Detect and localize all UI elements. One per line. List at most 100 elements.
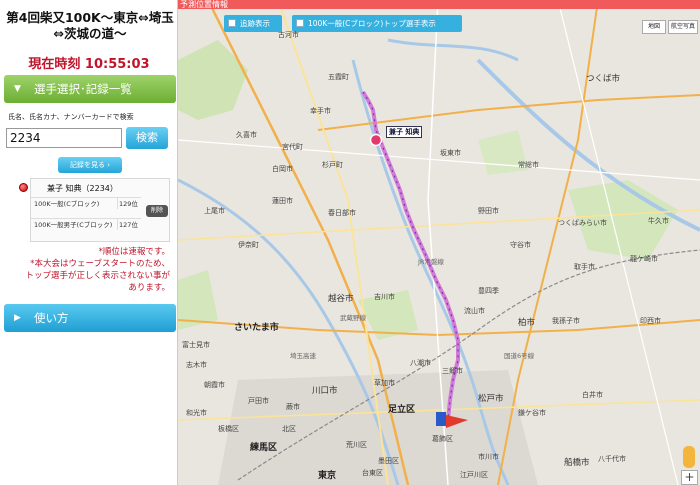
category-rank: 127位 (117, 219, 139, 230)
map-label: 川口市 (312, 386, 338, 396)
map-label: 三郷市 (442, 367, 463, 375)
map-label: 足立区 (388, 405, 416, 415)
map-label: 蕨市 (286, 403, 300, 411)
runner-marker-icon (19, 183, 28, 192)
map-label: 東京 (318, 471, 337, 481)
map-label: 鎌ケ谷市 (518, 409, 546, 417)
map-label: 富士見市 (182, 341, 210, 349)
map-label: 台東区 (362, 469, 383, 477)
map-label: 蓮田市 (272, 197, 293, 205)
map-label: さいたま市 (234, 323, 279, 333)
runner-select-section-label: 選手選択･記録一覧 (34, 82, 132, 96)
notice-line: トップ選手が正しく表示されない事が (25, 271, 170, 281)
map-label: 志木市 (186, 361, 207, 369)
map-label: JR常磐線 (418, 258, 444, 266)
map-label: 白岡市 (272, 165, 293, 173)
map-view[interactable]: 予測位置情報 追跡表示 100K一般(Cブロック)トップ選手表示 地図 航空写真… (178, 0, 700, 485)
map-label: 柏市 (518, 318, 536, 328)
map-label: 国道6号線 (504, 352, 535, 360)
side-panel: 第4回柴又100K～東京⇔埼玉⇔茨城の道～ 現在時刻 10:55:03 ▼ 選手… (0, 0, 178, 485)
map-label: 練馬区 (250, 443, 278, 453)
map-label: 葛飾区 (432, 435, 453, 443)
map-label: 我孫子市 (552, 317, 580, 325)
notice-line: あります。 (128, 283, 170, 293)
map-label: 常総市 (518, 161, 539, 169)
checkbox-icon (228, 19, 236, 27)
map-label: 牛久市 (648, 217, 669, 225)
map-label: 八千代市 (598, 455, 626, 463)
map-label: 印西市 (640, 317, 661, 325)
map-label: 吉川市 (374, 293, 395, 301)
map-label: 船橋市 (564, 458, 590, 468)
usage-section-label: 使い方 (34, 311, 69, 325)
category-name: 100K一般男子(Cブロック) (34, 221, 113, 229)
map-label: 坂東市 (440, 149, 461, 157)
usage-section[interactable]: ▶ 使い方 (4, 304, 176, 332)
chevron-down-icon: ▼ (14, 84, 21, 94)
notice-line: *本大会はウェーブスタートのため、 (30, 259, 170, 269)
map-label: 埼玉高速 (290, 352, 316, 360)
map-label: 龍ケ崎市 (630, 255, 658, 263)
runner-map-label: 兼子 知典 (386, 126, 423, 138)
map-label: 流山市 (464, 307, 485, 315)
view-records-button[interactable]: 記録を見る › (58, 157, 122, 173)
map-label: つくばみらい市 (558, 219, 607, 227)
map-label: つくば市 (586, 74, 621, 84)
search-button[interactable]: 検索 (126, 127, 168, 149)
notice-line: *順位は速報です。 (98, 247, 170, 257)
runner-select-section[interactable]: ▼ 選手選択･記録一覧 (4, 75, 176, 103)
map-label: 松戸市 (478, 394, 504, 404)
map-label: 春日部市 (328, 209, 356, 217)
map-label: 伊奈町 (238, 241, 259, 249)
map-type-map-button[interactable]: 地図 (642, 20, 666, 34)
prediction-header-label: 予測位置情報 (180, 0, 228, 9)
top-runner-toggle-label: 100K一般(Cブロック)トップ選手表示 (308, 19, 436, 28)
current-time: 現在時刻 10:55:03 (28, 57, 150, 72)
map-label: 墨田区 (378, 457, 399, 465)
map-label: 武蔵野線 (340, 314, 366, 322)
map-label: 板橋区 (218, 425, 239, 433)
chevron-right-icon: ▶ (14, 313, 21, 323)
map-label: 幸手市 (310, 107, 331, 115)
zoom-in-button[interactable]: + (681, 470, 698, 485)
map-label: 白井市 (582, 391, 603, 399)
map-label: 野田市 (478, 207, 499, 215)
map-label: 取手市 (574, 263, 595, 271)
delete-runner-button[interactable]: 削除 (146, 205, 168, 217)
map-label: 朝霞市 (204, 381, 225, 389)
category-row: 100K一般男子(Cブロック) 127位 (31, 218, 141, 238)
prediction-header: 予測位置情報 (178, 0, 700, 9)
app-root: 第4回柴又100K～東京⇔埼玉⇔茨城の道～ 現在時刻 10:55:03 ▼ 選手… (0, 0, 700, 485)
map-label: 宮代町 (282, 143, 303, 151)
checkbox-icon (296, 19, 304, 27)
map-label: 杉戸町 (322, 161, 343, 169)
category-name: 100K一般(Cブロック) (34, 200, 100, 208)
category-row: 100K一般(Cブロック) 129位 (31, 197, 141, 217)
map-label: 北区 (282, 425, 296, 433)
map-label: 八潮市 (410, 359, 431, 367)
top-runner-toggle[interactable]: 100K一般(Cブロック)トップ選手表示 (292, 15, 462, 32)
runner-entry-card: 兼子 知典（2234） 100K一般(Cブロック) 129位 100K一般男子(… (30, 178, 170, 242)
map-label: 上尾市 (204, 207, 225, 215)
search-input[interactable] (6, 128, 122, 148)
map-label: 戸田市 (248, 397, 269, 405)
map-type-satellite-button[interactable]: 航空写真 (668, 20, 698, 34)
search-hint: 氏名、氏名カナ、ナンバーカードで検索 (8, 113, 134, 121)
map-label: 和光市 (186, 409, 207, 417)
category-rank: 129位 (117, 198, 139, 209)
map-label: 五霞町 (328, 73, 349, 81)
street-view-pegman-icon[interactable] (683, 446, 695, 468)
race-title: 第4回柴又100K～東京⇔埼玉⇔茨城の道～ (6, 10, 174, 41)
map-label: 越谷市 (328, 294, 354, 304)
map-label: 荒川区 (346, 441, 367, 449)
map-label: 豊四季 (478, 287, 499, 295)
map-label: 古河市 (278, 31, 299, 39)
map-label: 久喜市 (236, 131, 257, 139)
map-label: 草加市 (374, 379, 395, 387)
map-label: 守谷市 (510, 241, 531, 249)
runner-name: 兼子 知典（2234） (47, 184, 118, 193)
map-label: 市川市 (478, 453, 499, 461)
tracking-toggle[interactable]: 追跡表示 (224, 15, 282, 32)
map-label: 江戸川区 (460, 471, 488, 479)
start-marker (436, 412, 446, 426)
